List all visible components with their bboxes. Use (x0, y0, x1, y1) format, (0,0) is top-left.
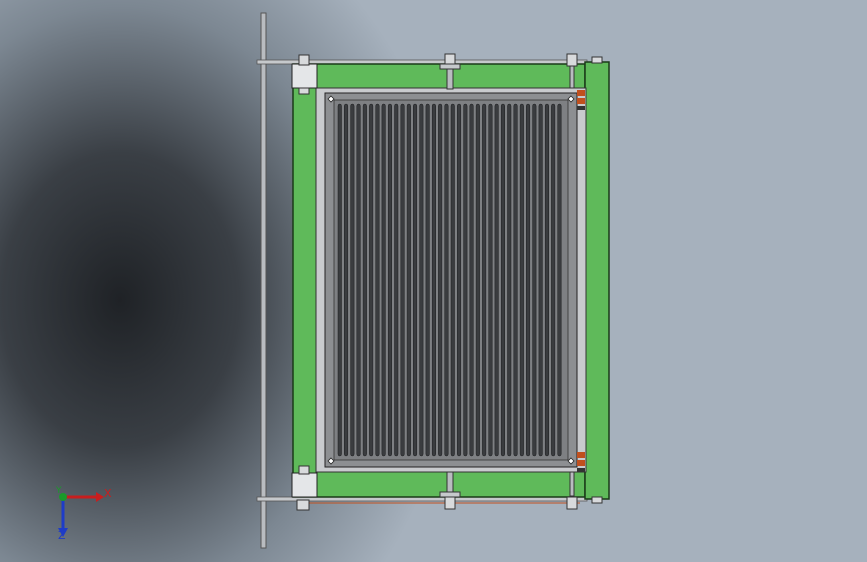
vertical-rod[interactable] (260, 12, 267, 549)
slot (400, 103, 405, 457)
slot (457, 103, 462, 457)
corner-block-top-left[interactable] (291, 63, 318, 89)
slot (532, 103, 537, 457)
cad-viewport[interactable]: X Y Z (0, 0, 867, 562)
accent-pad-bottom (577, 452, 585, 472)
slot (425, 103, 430, 457)
slot (362, 103, 367, 457)
slot (337, 103, 342, 457)
slot (488, 103, 493, 457)
slot (413, 103, 418, 457)
slot (544, 103, 549, 457)
corner-block-bottom-left[interactable] (291, 472, 318, 498)
slot (507, 103, 512, 457)
slot (444, 103, 449, 457)
slot (431, 103, 436, 457)
slot (381, 103, 386, 457)
right-frame-bar[interactable] (584, 61, 610, 500)
slot (538, 103, 543, 457)
slot (419, 103, 424, 457)
accent-pad-top (577, 90, 585, 110)
slot (557, 103, 562, 457)
part-model[interactable] (0, 0, 867, 562)
slot (500, 103, 505, 457)
slot (463, 103, 468, 457)
slot (482, 103, 487, 457)
slot (519, 103, 524, 457)
x-axis-label: X (104, 487, 112, 500)
slot (344, 103, 349, 457)
y-axis-label: Y (56, 486, 62, 496)
slot (475, 103, 480, 457)
slot (369, 103, 374, 457)
slot (513, 103, 518, 457)
slot (551, 103, 556, 457)
slot (438, 103, 443, 457)
slot (350, 103, 355, 457)
slot (469, 103, 474, 457)
z-axis-label: Z (58, 529, 66, 542)
slot (406, 103, 411, 457)
slot (375, 103, 380, 457)
slot (387, 103, 392, 457)
slot (394, 103, 399, 457)
slot (526, 103, 531, 457)
slot (494, 103, 499, 457)
slot (356, 103, 361, 457)
slot (450, 103, 455, 457)
